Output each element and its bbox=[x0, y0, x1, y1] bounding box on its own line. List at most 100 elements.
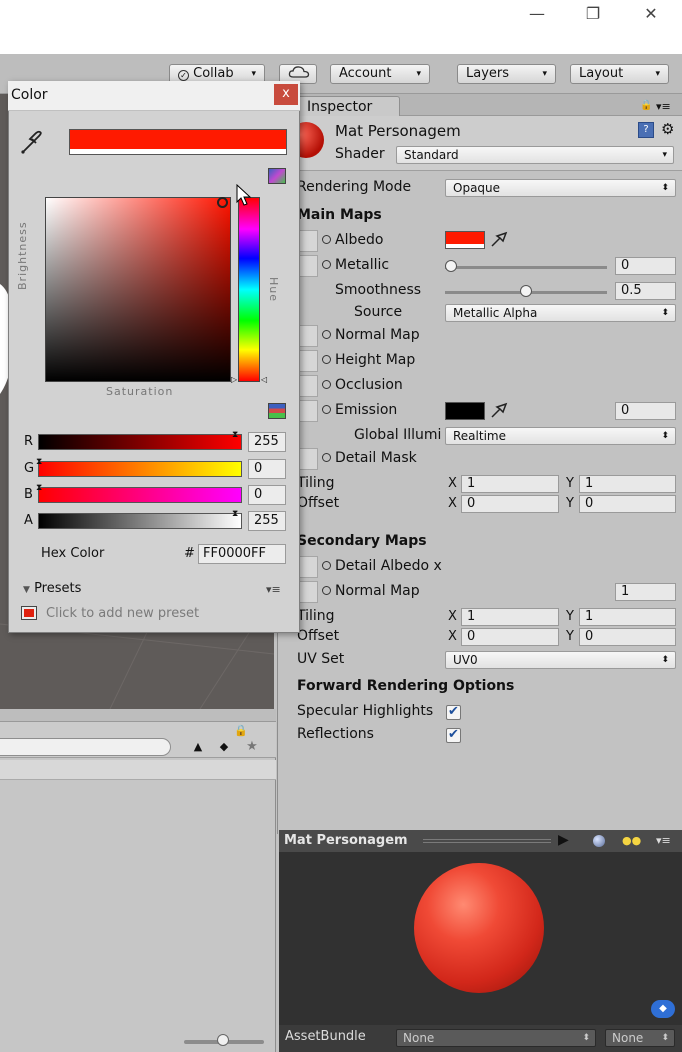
hue-slider-right-marker[interactable]: ◁ bbox=[261, 375, 267, 384]
project-search-input[interactable] bbox=[0, 738, 171, 756]
filter-by-label-icon[interactable]: ◆ bbox=[212, 738, 236, 756]
uv-set-dropdown[interactable]: UV0 ⬍ bbox=[445, 651, 676, 669]
slider-mode-icon[interactable] bbox=[268, 403, 286, 419]
reflections-checkbox[interactable]: ✔ bbox=[446, 728, 461, 743]
texture-picker-icon[interactable] bbox=[322, 355, 331, 364]
texture-picker-icon[interactable] bbox=[322, 586, 331, 595]
secondary-tiling-x-field[interactable]: 1 bbox=[461, 608, 559, 626]
lock-icon[interactable]: 🔒 bbox=[234, 724, 248, 737]
secondary-normal-scale-field[interactable]: 1 bbox=[615, 583, 676, 601]
gear-icon[interactable]: ⚙ bbox=[661, 120, 674, 138]
shader-dropdown[interactable]: Standard ▾ bbox=[396, 146, 674, 164]
specular-highlights-checkbox[interactable]: ✔ bbox=[446, 705, 461, 720]
blue-slider-handle[interactable]: ⧗ bbox=[36, 483, 42, 493]
lock-icon[interactable]: 🔒 bbox=[640, 100, 652, 111]
assetbundle-variant-dropdown[interactable]: None ⬍ bbox=[605, 1029, 675, 1047]
color-picker-close-button[interactable]: x bbox=[274, 84, 298, 105]
eyedropper-icon[interactable] bbox=[489, 229, 509, 253]
offset-y-field[interactable]: 0 bbox=[579, 495, 676, 513]
panel-menu-icon[interactable]: ▾≡ bbox=[656, 100, 671, 113]
emission-color-swatch[interactable] bbox=[445, 402, 485, 420]
detail-albedo-slot[interactable] bbox=[300, 556, 318, 578]
metallic-slider-handle[interactable] bbox=[445, 260, 457, 272]
preview-drag-handle[interactable] bbox=[423, 839, 551, 843]
icon-size-slider-handle[interactable] bbox=[217, 1034, 229, 1046]
preview-sphere-icon[interactable] bbox=[593, 835, 605, 847]
saturation-label: Saturation bbox=[106, 385, 174, 398]
albedo-color-swatch[interactable] bbox=[445, 231, 485, 249]
red-slider[interactable] bbox=[38, 434, 242, 450]
smoothness-slider-handle[interactable] bbox=[520, 285, 532, 297]
add-preset-swatch[interactable] bbox=[21, 606, 37, 620]
secondary-offset-x-field[interactable]: 0 bbox=[461, 628, 559, 646]
tag-icon[interactable]: ◆ bbox=[651, 1000, 675, 1018]
texture-picker-icon[interactable] bbox=[322, 260, 331, 269]
hue-slider-left-marker[interactable]: ▷ bbox=[231, 375, 237, 384]
layout-dropdown[interactable]: Layout ▾ bbox=[570, 64, 669, 84]
metallic-slider[interactable] bbox=[445, 266, 607, 269]
color-mode-icon[interactable] bbox=[268, 168, 286, 184]
presets-foldout[interactable]: ▼ Presets bbox=[23, 581, 81, 596]
secondary-tiling-y-field[interactable]: 1 bbox=[579, 608, 676, 626]
play-icon[interactable]: ▶ bbox=[558, 832, 569, 848]
metallic-value-field[interactable]: 0 bbox=[615, 257, 676, 275]
secondary-normal-map-slot[interactable] bbox=[300, 581, 318, 603]
blue-slider[interactable] bbox=[38, 487, 242, 503]
red-slider-handle[interactable]: ⧗ bbox=[232, 430, 238, 440]
panel-menu-icon[interactable]: ▾≡ bbox=[656, 834, 671, 847]
hex-hash-label: # bbox=[184, 546, 195, 561]
albedo-texture-slot[interactable] bbox=[300, 230, 318, 252]
secondary-offset-x-label: X bbox=[448, 629, 457, 644]
layers-dropdown[interactable]: Layers ▾ bbox=[457, 64, 556, 84]
color-picker-title-bar[interactable]: Color bbox=[8, 81, 300, 111]
occlusion-slot[interactable] bbox=[300, 375, 318, 397]
alpha-slider[interactable] bbox=[38, 513, 242, 529]
detail-mask-label: Detail Mask bbox=[322, 450, 417, 466]
source-dropdown[interactable]: Metallic Alpha ⬍ bbox=[445, 304, 676, 322]
green-slider[interactable] bbox=[38, 461, 242, 477]
assetbundle-dropdown[interactable]: None ⬍ bbox=[396, 1029, 596, 1047]
saturation-brightness-picker[interactable] bbox=[45, 197, 231, 382]
alpha-slider-handle[interactable]: ⧗ bbox=[232, 509, 238, 519]
smoothness-value-field[interactable]: 0.5 bbox=[615, 282, 676, 300]
minimize-button[interactable]: — bbox=[514, 2, 560, 26]
close-window-button[interactable]: ✕ bbox=[628, 2, 674, 26]
presets-menu-icon[interactable]: ▾≡ bbox=[266, 583, 281, 596]
texture-picker-icon[interactable] bbox=[322, 380, 331, 389]
hex-color-input[interactable]: FF0000FF bbox=[198, 544, 286, 564]
restore-button[interactable]: ❐ bbox=[570, 2, 616, 26]
add-preset-hint[interactable]: Click to add new preset bbox=[46, 606, 199, 621]
detail-mask-slot[interactable] bbox=[300, 448, 318, 470]
green-value-field[interactable]: 0 bbox=[248, 459, 286, 479]
book-help-icon[interactable]: ? bbox=[638, 122, 654, 138]
height-map-slot[interactable] bbox=[300, 350, 318, 372]
emission-intensity-field[interactable]: 0 bbox=[615, 402, 676, 420]
filter-by-type-icon[interactable]: ▲ bbox=[186, 738, 210, 756]
emission-slot[interactable] bbox=[300, 400, 318, 422]
green-slider-handle[interactable]: ⧗ bbox=[36, 457, 42, 467]
account-button[interactable]: Account ▾ bbox=[330, 64, 430, 84]
tab-inspector[interactable]: Inspector bbox=[296, 96, 400, 117]
light-icon[interactable]: ●● bbox=[622, 834, 641, 847]
texture-picker-icon[interactable] bbox=[322, 561, 331, 570]
normal-map-slot[interactable] bbox=[300, 325, 318, 347]
eyedropper-icon[interactable] bbox=[18, 129, 46, 161]
alpha-value-field[interactable]: 255 bbox=[248, 511, 286, 531]
rendering-mode-dropdown[interactable]: Opaque ⬍ bbox=[445, 179, 676, 197]
blue-value-field[interactable]: 0 bbox=[248, 485, 286, 505]
red-value-field[interactable]: 255 bbox=[248, 432, 286, 452]
metallic-texture-slot[interactable] bbox=[300, 255, 318, 277]
texture-picker-icon[interactable] bbox=[322, 405, 331, 414]
texture-picker-icon[interactable] bbox=[322, 330, 331, 339]
secondary-offset-y-field[interactable]: 0 bbox=[579, 628, 676, 646]
hue-slider[interactable] bbox=[238, 197, 260, 382]
tiling-y-field[interactable]: 1 bbox=[579, 475, 676, 493]
texture-picker-icon[interactable] bbox=[322, 235, 331, 244]
eyedropper-icon[interactable] bbox=[489, 400, 509, 424]
tiling-x-field[interactable]: 1 bbox=[461, 475, 559, 493]
favorite-star-icon[interactable]: ★ bbox=[240, 738, 264, 756]
offset-x-field[interactable]: 0 bbox=[461, 495, 559, 513]
color-picker-cursor[interactable] bbox=[217, 197, 228, 208]
global-illum-dropdown[interactable]: Realtime ⬍ bbox=[445, 427, 676, 445]
texture-picker-icon[interactable] bbox=[322, 453, 331, 462]
